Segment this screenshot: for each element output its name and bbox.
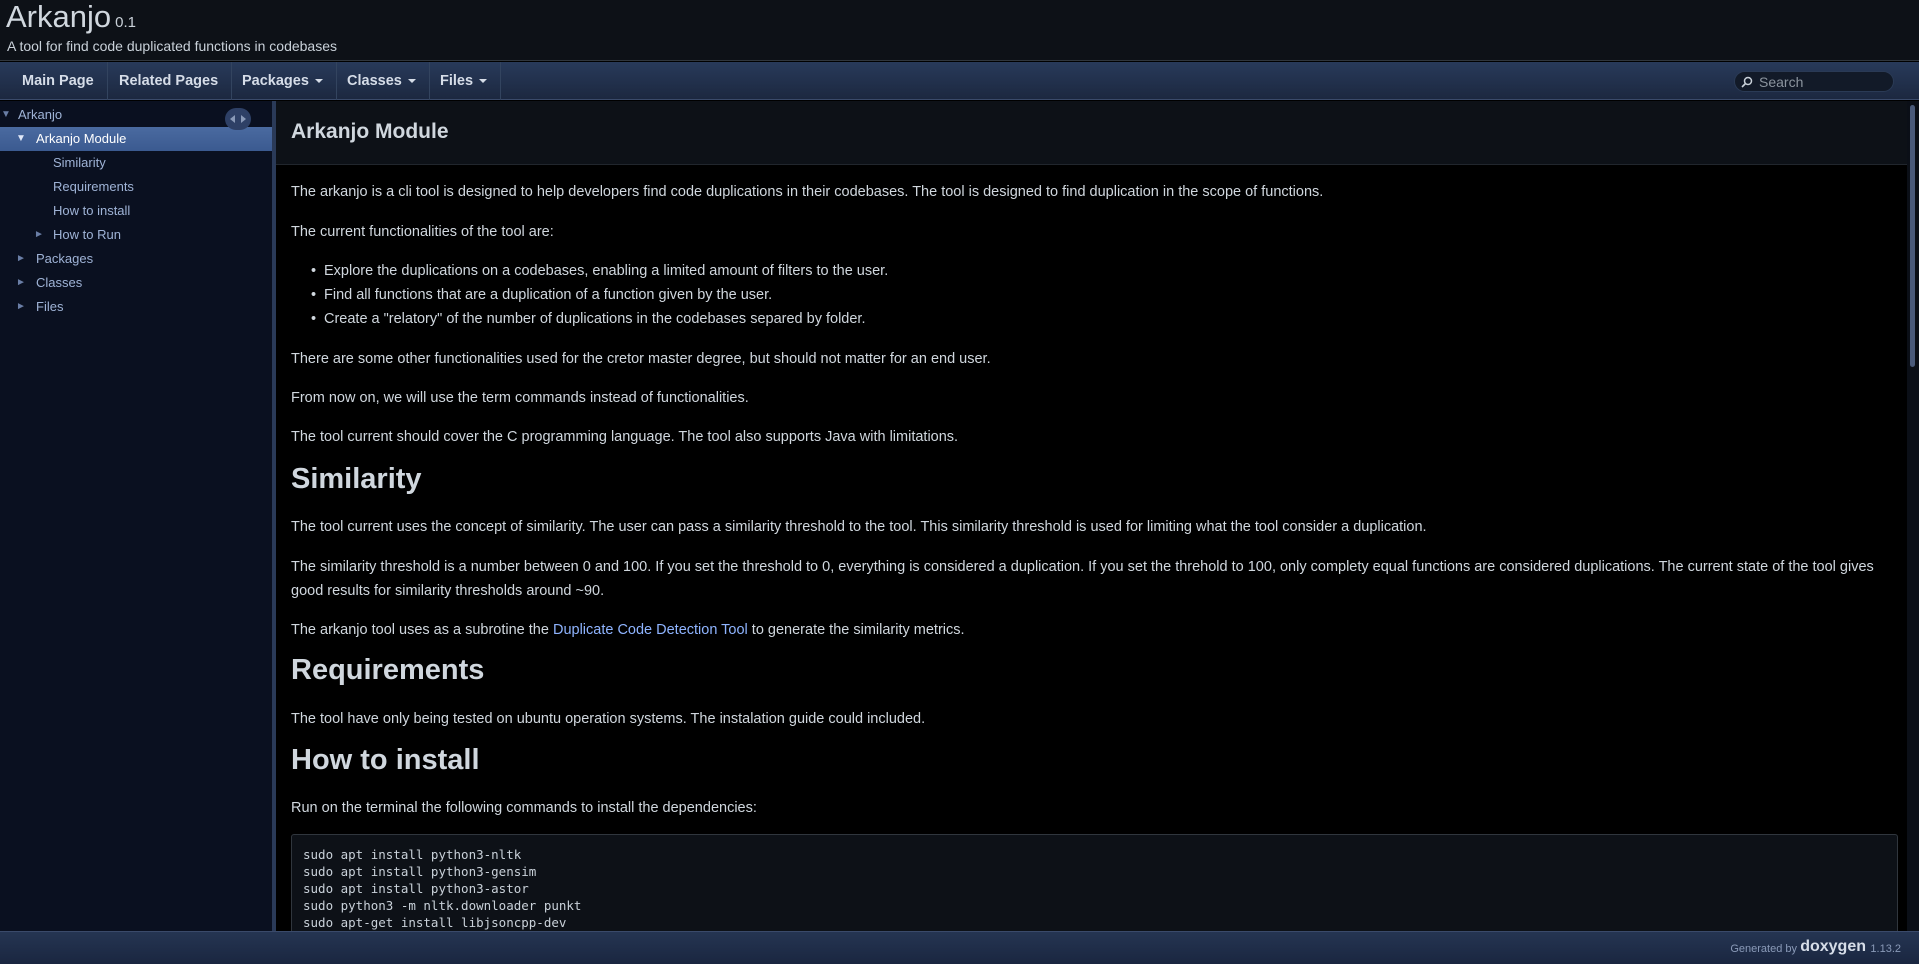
expanded-arrow-icon[interactable]: ▼ (1, 103, 11, 127)
project-name: Arkanjo 0.1 (6, 0, 136, 34)
doxygen-logo[interactable]: doxygen (1800, 938, 1866, 956)
content-scrollbar[interactable] (1907, 101, 1919, 931)
menu-item-classes[interactable]: Classes (334, 62, 430, 100)
tree-item-packages[interactable]: ► Packages (0, 247, 272, 271)
page-title: Arkanjo Module (291, 120, 449, 143)
install-paragraph: Run on the terminal the following comman… (291, 800, 757, 816)
requirements-paragraph: The tool have only being tested on ubunt… (291, 711, 926, 727)
similarity-paragraph-2: The similarity threshold is a number bet… (291, 559, 1874, 599)
list-item: Create a "relatory" of the number of dup… (311, 307, 865, 331)
languages-paragraph: The tool current should cover the C prog… (291, 429, 959, 445)
page-header: Arkanjo Module (276, 101, 1907, 165)
tree-item-how-to-install[interactable]: How to install (0, 199, 272, 223)
other-functionalities-paragraph: There are some other functionalities use… (291, 351, 991, 367)
collapsed-arrow-icon[interactable]: ► (16, 271, 26, 295)
tree-item-requirements[interactable]: Requirements (0, 175, 272, 199)
search-box[interactable] (1734, 71, 1894, 92)
footer-version: 1.13.2 (1870, 943, 1901, 955)
expanded-arrow-icon[interactable]: ▼ (16, 127, 26, 151)
title-area: Arkanjo 0.1 A tool for find code duplicat… (0, 0, 1919, 61)
code-line: sudo apt-get install libjsoncpp-dev (303, 915, 567, 930)
tree-item-arkanjo-module[interactable]: ▼ Arkanjo Module (0, 127, 272, 151)
similarity-paragraph-1: The tool current uses the concept of sim… (291, 519, 1427, 535)
heading-similarity: Similarity (291, 463, 422, 495)
tree-item-similarity[interactable]: Similarity (0, 151, 272, 175)
list-item: Explore the duplications on a codebases,… (311, 259, 888, 283)
menu-item-main-page[interactable]: Main Page (9, 62, 108, 100)
chevron-down-icon (314, 79, 323, 84)
menu-item-packages[interactable]: Packages (229, 62, 337, 100)
side-nav-tree: ▼ Arkanjo ▼ Arkanjo Module Similarity Re… (0, 101, 272, 931)
collapsed-arrow-icon[interactable]: ► (34, 223, 44, 247)
collapsed-arrow-icon[interactable]: ► (16, 295, 26, 319)
duplicate-code-detection-tool-link[interactable]: Duplicate Code Detection Tool (553, 622, 748, 638)
menu-item-related-pages[interactable]: Related Pages (106, 62, 233, 100)
chevron-down-icon (407, 79, 416, 84)
functionalities-intro: The current functionalities of the tool … (291, 224, 554, 240)
project-version: 0.1 (115, 14, 136, 31)
code-line: sudo apt install python3-nltk (303, 847, 522, 862)
commands-paragraph: From now on, we will use the term comman… (291, 390, 749, 406)
tree-item-how-to-run[interactable]: ► How to Run (0, 223, 272, 247)
sync-icon (230, 115, 246, 123)
search-input[interactable] (1759, 73, 1889, 90)
heading-requirements: Requirements (291, 654, 485, 686)
code-line: sudo apt install python3-astor (303, 881, 529, 896)
scrollbar-thumb[interactable] (1910, 105, 1915, 367)
doc-content: Arkanjo Module The arkanjo is a cli tool… (276, 101, 1907, 931)
heading-how-to-install: How to install (291, 744, 480, 776)
list-item: Find all functions that are a duplicatio… (311, 283, 772, 307)
code-block: sudo apt install python3-nltk sudo apt i… (291, 834, 1898, 931)
code-line: sudo python3 -m nltk.downloader punkt (303, 898, 582, 913)
tree-item-classes[interactable]: ► Classes (0, 271, 272, 295)
intro-paragraph: The arkanjo is a cli tool is designed to… (291, 184, 1324, 200)
footer-generated-by: Generated by (1730, 943, 1797, 955)
search-icon[interactable] (1741, 76, 1753, 88)
main-menu: Main Page Related Pages Packages Classes… (0, 62, 1919, 100)
tree-item-files[interactable]: ► Files (0, 295, 272, 319)
sync-toggle-button[interactable] (225, 108, 251, 130)
menu-item-files[interactable]: Files (427, 62, 502, 100)
footer: Generated by doxygen 1.13.2 (0, 931, 1919, 964)
project-brief: A tool for find code duplicated function… (7, 38, 337, 54)
collapsed-arrow-icon[interactable]: ► (16, 247, 26, 271)
code-line: sudo apt install python3-gensim (303, 864, 537, 879)
similarity-paragraph-3: The arkanjo tool uses as a subrotine the… (291, 622, 965, 638)
chevron-down-icon (479, 79, 488, 84)
